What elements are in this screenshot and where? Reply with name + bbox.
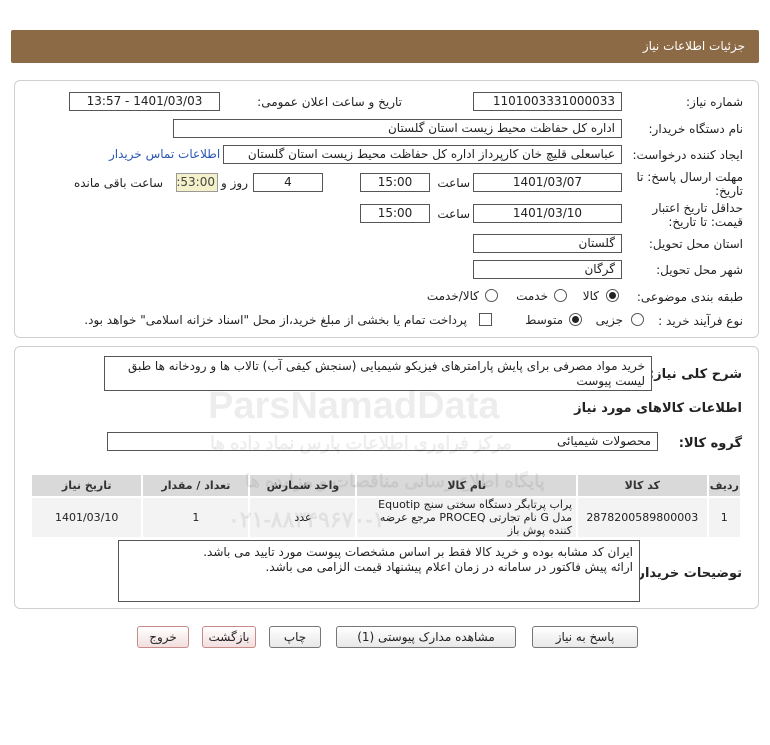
remaining-label: ساعت باقی مانده (73, 176, 163, 190)
buyer-contact-link[interactable]: اطلاعات تماس خریدار (109, 147, 220, 161)
cell-row-number: 1 (706, 496, 743, 539)
treasury-payment-note: پرداخت تمام یا بخشی از مبلغ خرید،از محل … (84, 313, 467, 327)
announce-label: تاریخ و ساعت اعلان عمومی: (257, 95, 402, 109)
watermark-brand: ParsNamadData (208, 385, 500, 427)
page-header: جزئیات اطلاعات نیاز (11, 30, 759, 63)
requester-field[interactable]: عباسعلی قلیچ خان کارپرداز اداره کل حفاظت… (223, 145, 622, 164)
back-button[interactable]: بازگشت (202, 626, 256, 648)
watermark-line-2: پایگاه اطلاع رسانی مناقصات و مزایده ها (245, 471, 545, 491)
category-option-goods: کالا (582, 289, 599, 303)
deadline-date-field[interactable]: 1401/03/07 (473, 173, 622, 192)
process-radio-medium[interactable] (569, 313, 582, 326)
buyer-notes-line-1: ایران کد مشابه بوده و خرید کالا فقط بر ا… (203, 545, 633, 559)
remaining-time-field: 00:53:00 (176, 173, 218, 192)
page-title: جزئیات اطلاعات نیاز (642, 39, 745, 53)
province-label: استان محل تحویل: (648, 237, 743, 251)
process-radio-minor[interactable] (631, 313, 644, 326)
validity-label: حداقل تاریخ اعتبار (652, 201, 743, 215)
col-header-row-number: ردیف (706, 473, 743, 498)
category-label: طبقه بندی موضوعی: (636, 290, 743, 304)
process-option-minor: جزیی (595, 313, 623, 327)
goods-info-title: اطلاعات کالاهای مورد نیاز (574, 401, 742, 416)
category-option-service: خدمت (516, 289, 548, 303)
need-number-field[interactable]: 1101003331000033 (473, 92, 622, 111)
category-radio-goods-service[interactable] (485, 289, 498, 302)
province-field[interactable]: گلستان (473, 234, 622, 253)
deadline-time-field[interactable]: 15:00 (360, 173, 430, 192)
watermark-line-1: مرکز فراوری اطلاعات پارس نماد داده ها (210, 433, 512, 453)
deadline-label: مهلت ارسال پاسخ: تا (636, 170, 743, 184)
deadline-label-2: تاریخ: (715, 184, 743, 198)
attachments-button[interactable]: مشاهده مدارک پیوستی (1) (336, 626, 516, 648)
announce-datetime-field[interactable]: 1401/03/03 - 13:57 (69, 92, 220, 111)
days-remaining-field: 4 (253, 173, 323, 192)
reply-button[interactable]: پاسخ به نیاز (532, 626, 638, 648)
deadline-time-label: ساعت (437, 176, 470, 190)
requester-label: ایجاد کننده درخواست: (632, 148, 743, 162)
validity-date-field[interactable]: 1401/03/10 (473, 204, 622, 223)
city-label: شهر محل تحویل: (656, 263, 743, 277)
cell-item-code: 2878200589800003 (576, 496, 709, 539)
validity-time-label: ساعت (437, 207, 470, 221)
category-option-goods-service: کالا/خدمت (426, 289, 479, 303)
col-header-item-code: کد کالا (576, 473, 709, 498)
category-radio-goods[interactable] (606, 289, 619, 302)
buyer-notes-box: ایران کد مشابه بوده و خرید کالا فقط بر ا… (118, 540, 640, 602)
col-header-need-date: تاریخ نیاز (29, 473, 144, 498)
buyer-notes-label: توضیحات خریدار: (632, 566, 742, 581)
process-label: نوع فرآیند خرید : (658, 314, 743, 328)
validity-label-2: قیمت: تا تاریخ: (668, 215, 743, 229)
city-field[interactable]: گرگان (473, 260, 622, 279)
col-header-quantity: تعداد / مقدار (141, 473, 251, 498)
exit-button[interactable]: خروج (137, 626, 189, 648)
category-radio-service[interactable] (554, 289, 567, 302)
goods-group-label: گروه کالا: (678, 436, 742, 451)
buyer-org-label: نام دستگاه خریدار: (648, 122, 744, 136)
need-number-label: شماره نیاز: (686, 95, 743, 109)
print-button[interactable]: چاپ (269, 626, 321, 648)
cell-need-date: 1401/03/10 (29, 496, 144, 539)
process-option-medium: متوسط (525, 313, 563, 327)
watermark-phone: ۰۲۱-۸۸۳۴۹۶۷۰-۱۰ (228, 507, 397, 532)
days-label: روز و (221, 176, 248, 190)
buyer-notes-line-2: ارائه پیش فاکتور در سامانه در زمان اعلام… (265, 560, 633, 574)
validity-time-field[interactable]: 15:00 (360, 204, 430, 223)
buyer-org-field[interactable]: اداره کل حفاظت محیط زیست استان گلستان (173, 119, 622, 138)
treasury-payment-checkbox[interactable] (479, 313, 492, 326)
summary-label: شرح کلی نیاز: (648, 367, 742, 382)
